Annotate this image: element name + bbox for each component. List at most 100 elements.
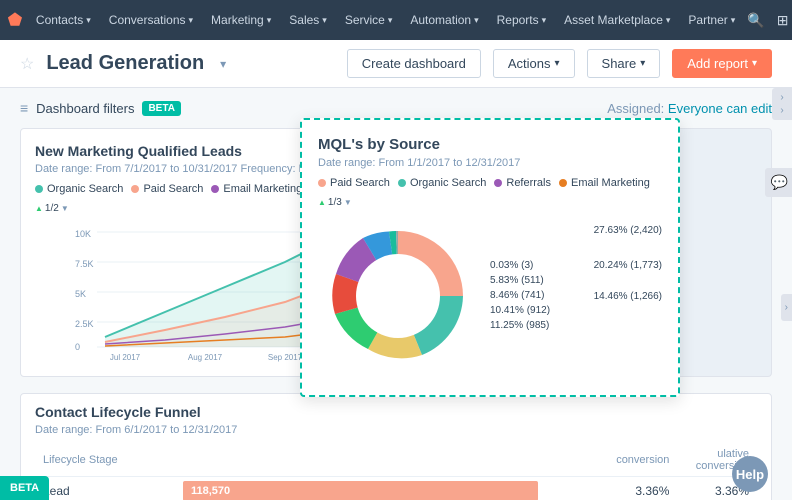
chart2-pagination: ▲ 1/3 ▼ bbox=[318, 197, 352, 208]
nav-asset-marketplace[interactable]: Asset Marketplace ▾ bbox=[556, 9, 678, 31]
funnel-conversion-lead: 3.36% bbox=[608, 477, 677, 500]
nav-partner[interactable]: Partner ▾ bbox=[680, 9, 743, 31]
funnel-bar-lead: 118,570 bbox=[175, 477, 608, 500]
legend-color-email-mkt bbox=[559, 179, 567, 187]
nav-service[interactable]: Service ▾ bbox=[337, 9, 401, 31]
dashboard-grid: New Marketing Qualified Leads Date range… bbox=[20, 128, 772, 500]
legend-item-email: Email Marketing bbox=[211, 183, 302, 195]
chevron-down-icon: ▾ bbox=[267, 15, 272, 26]
chevron-down-icon: ▾ bbox=[555, 58, 560, 69]
funnel-col-stage: Lifecycle Stage bbox=[35, 444, 175, 477]
chevron-down-icon: ▾ bbox=[542, 15, 547, 26]
triangle-up-icon2: ▲ bbox=[318, 198, 326, 207]
funnel-col-conversion: conversion bbox=[608, 444, 677, 477]
bar-fill-lead: 118,570 bbox=[183, 481, 538, 500]
contacts-icon[interactable]: ⊞ bbox=[777, 12, 789, 29]
chevron-down-icon: ▾ bbox=[640, 58, 645, 69]
chevron-down-icon: ▾ bbox=[86, 15, 91, 26]
svg-text:5K: 5K bbox=[75, 289, 86, 299]
legend-item-paid-search: Paid Search bbox=[318, 177, 390, 189]
legend-item-referrals: Referrals bbox=[494, 177, 551, 189]
legend-color-referrals bbox=[494, 179, 502, 187]
add-report-button[interactable]: Add report ▾ bbox=[672, 49, 772, 78]
funnel-row-lead: Lead 118,570 3.36% 3.36% bbox=[35, 477, 757, 500]
legend-color-organic-search bbox=[398, 179, 406, 187]
funnel-card: Contact Lifecycle Funnel Date range: Fro… bbox=[20, 393, 772, 500]
filters-label: Dashboard filters bbox=[36, 101, 134, 116]
filters-icon[interactable]: ≡ bbox=[20, 100, 28, 116]
sidebar-collapse-button[interactable]: › › bbox=[772, 88, 792, 120]
chevron-down-icon: ▾ bbox=[474, 15, 479, 26]
page-header: ☆ Lead Generation ▾ Create dashboard Act… bbox=[0, 40, 792, 88]
nav-marketing[interactable]: Marketing ▾ bbox=[203, 9, 279, 31]
funnel-subtitle: Date range: From 6/1/2017 to 12/31/2017 bbox=[35, 424, 757, 436]
donut-svg-wrap bbox=[318, 216, 478, 379]
svg-text:7.5K: 7.5K bbox=[75, 259, 94, 269]
content-area: ≡ Dashboard filters BETA Assigned: Every… bbox=[0, 88, 792, 500]
create-dashboard-button[interactable]: Create dashboard bbox=[347, 49, 481, 78]
donut-right-labels: 27.63% (2,420) 20.24% (1,773) 14.46% (1,… bbox=[594, 225, 662, 302]
funnel-stage-lead: Lead bbox=[35, 477, 175, 500]
svg-text:Jul 2017: Jul 2017 bbox=[110, 353, 141, 362]
funnel-title: Contact Lifecycle Funnel bbox=[35, 404, 757, 420]
chat-icon: 💬 bbox=[771, 174, 788, 190]
donut-label-4: 10.41% (912) bbox=[490, 305, 662, 316]
help-button[interactable]: Help bbox=[732, 456, 768, 492]
chart2-title: MQL's by Source bbox=[318, 136, 662, 153]
chart1-pagination: ▲ 1/2 ▼ bbox=[35, 203, 69, 214]
nav-automation[interactable]: Automation ▾ bbox=[402, 9, 486, 31]
chevron-right-icon3: › bbox=[785, 302, 788, 313]
funnel-table: Lifecycle Stage conversion ulative conve… bbox=[35, 444, 757, 500]
share-button[interactable]: Share ▾ bbox=[587, 49, 661, 78]
svg-text:2.5K: 2.5K bbox=[75, 319, 94, 329]
assigned-section: Assigned: Everyone can edit bbox=[607, 101, 772, 116]
funnel-col-bar bbox=[175, 444, 608, 477]
chat-bubble[interactable]: 💬 bbox=[765, 168, 792, 197]
nav-reports[interactable]: Reports ▾ bbox=[489, 9, 555, 31]
svg-text:Sep 2017: Sep 2017 bbox=[268, 353, 303, 362]
donut-chart-svg bbox=[318, 216, 478, 376]
donut-right-label-1: 27.63% (2,420) bbox=[594, 225, 662, 236]
topnav-icons: 🔍 ⊞ ⚙ 🔔 U bbox=[747, 6, 792, 34]
triangle-down-icon: ▼ bbox=[61, 204, 69, 213]
bar-container-lead: 118,570 bbox=[183, 481, 600, 500]
chart2-subtitle: Date range: From 1/1/2017 to 12/31/2017 bbox=[318, 157, 662, 169]
title-dropdown-icon[interactable]: ▾ bbox=[220, 57, 226, 71]
hubspot-logo[interactable]: ⬟ bbox=[8, 10, 22, 30]
chart2-legend: Paid Search Organic Search Referrals Ema… bbox=[318, 177, 662, 208]
chevron-right-icon: › bbox=[780, 92, 783, 103]
chevron-down-icon: ▾ bbox=[322, 15, 327, 26]
triangle-up-icon: ▲ bbox=[35, 204, 43, 213]
beta-bottom-label[interactable]: BETA bbox=[0, 476, 49, 500]
legend-color-paid bbox=[131, 185, 139, 193]
top-navigation: ⬟ Contacts ▾ Conversations ▾ Marketing ▾… bbox=[0, 0, 792, 40]
chevron-down-icon: ▾ bbox=[752, 58, 757, 69]
chevron-down-icon: ▾ bbox=[666, 15, 671, 26]
nav-contacts[interactable]: Contacts ▾ bbox=[28, 9, 99, 31]
search-icon[interactable]: 🔍 bbox=[747, 12, 764, 29]
favorite-icon[interactable]: ☆ bbox=[20, 54, 34, 74]
legend-color-organic bbox=[35, 185, 43, 193]
actions-button[interactable]: Actions ▾ bbox=[493, 49, 575, 78]
legend-item-paid: Paid Search bbox=[131, 183, 203, 195]
triangle-down-icon2: ▼ bbox=[344, 198, 352, 207]
legend-color-paid-search bbox=[318, 179, 326, 187]
donut-label-5: 11.25% (985) bbox=[490, 320, 662, 331]
legend-item-email-mkt: Email Marketing bbox=[559, 177, 650, 189]
mql-source-card: MQL's by Source Date range: From 1/1/201… bbox=[300, 118, 680, 397]
chevron-down-icon: ▾ bbox=[731, 15, 736, 26]
filters-bar: ≡ Dashboard filters BETA Assigned: Every… bbox=[20, 100, 772, 116]
donut-right-label-2: 20.24% (1,773) bbox=[594, 260, 662, 271]
chevron-down-icon: ▾ bbox=[388, 15, 393, 26]
beta-badge: BETA bbox=[142, 101, 180, 116]
nav-conversations[interactable]: Conversations ▾ bbox=[101, 9, 201, 31]
svg-text:10K: 10K bbox=[75, 229, 91, 239]
legend-item-organic: Organic Search bbox=[35, 183, 123, 195]
expand-arrow[interactable]: › bbox=[781, 294, 792, 321]
chevron-down-icon: ▾ bbox=[189, 15, 194, 26]
svg-text:0: 0 bbox=[75, 342, 80, 352]
legend-color-email bbox=[211, 185, 219, 193]
nav-sales[interactable]: Sales ▾ bbox=[281, 9, 335, 31]
assigned-link[interactable]: Everyone can edit bbox=[668, 101, 772, 116]
donut-right-label-3: 14.46% (1,266) bbox=[594, 291, 662, 302]
